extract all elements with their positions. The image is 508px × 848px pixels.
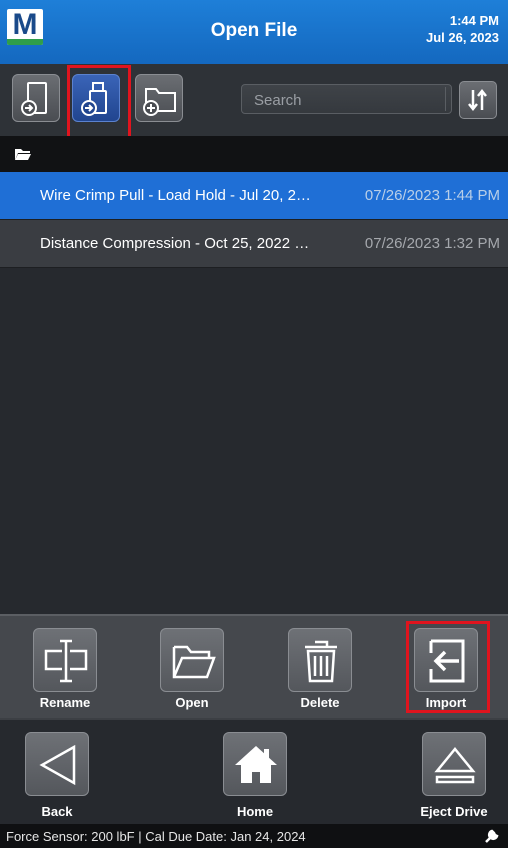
device-arrow-icon — [21, 82, 47, 116]
nav-bar: Back Home Eject Drive — [0, 718, 508, 824]
eject-drive-button[interactable] — [422, 732, 486, 796]
folder-open-icon — [15, 149, 31, 160]
file-date: 07/26/2023 1:32 PM — [364, 235, 500, 252]
search-placeholder: Search — [254, 92, 302, 109]
file-date: 07/26/2023 1:44 PM — [364, 187, 500, 204]
home-label: Home — [236, 804, 274, 819]
path-bar — [0, 136, 508, 172]
source-toolbar: Search — [0, 64, 508, 140]
eject-nav: Eject Drive — [420, 732, 488, 819]
new-folder-button[interactable] — [135, 74, 183, 122]
clock: 1:44 PM Jul 26, 2023 — [426, 12, 499, 46]
device-storage-button[interactable] — [12, 74, 60, 122]
back-label: Back — [41, 804, 73, 819]
home-nav: Home — [223, 732, 287, 819]
sort-button[interactable] — [459, 81, 497, 119]
rename-label: Rename — [39, 695, 91, 710]
back-button[interactable] — [25, 732, 89, 796]
folder-open-icon — [172, 645, 216, 679]
import-highlight-box — [406, 621, 490, 713]
home-icon — [235, 746, 277, 783]
home-button[interactable] — [223, 732, 287, 796]
file-name: Distance Compression - Oct 25, 2022 … — [40, 235, 310, 252]
search-input[interactable]: Search — [241, 84, 452, 114]
clock-date: Jul 26, 2023 — [426, 30, 499, 45]
delete-label: Delete — [300, 695, 340, 710]
clock-time: 1:44 PM — [449, 13, 499, 28]
folder-plus-icon — [143, 88, 176, 116]
title-bar: M Open File 1:44 PM Jul 26, 2023 — [0, 0, 508, 64]
delete-button[interactable] — [288, 628, 352, 692]
file-list: Wire Crimp Pull - Load Hold - Jul 20, 2…… — [0, 172, 508, 614]
open-action: Open — [160, 628, 224, 710]
rename-icon — [44, 639, 88, 683]
file-row[interactable]: Distance Compression - Oct 25, 2022 … 07… — [0, 220, 508, 268]
trash-icon — [305, 640, 337, 683]
status-bar: Force Sensor: 200 lbF | Cal Due Date: Ja… — [0, 824, 508, 848]
search-divider — [445, 87, 451, 111]
usb-highlight-box — [67, 65, 131, 140]
back-triangle-icon — [39, 744, 76, 786]
open-button[interactable] — [160, 628, 224, 692]
rename-action: Rename — [33, 628, 97, 710]
action-bar: Rename Open Delete Import — [0, 614, 508, 718]
sort-arrows-icon — [468, 88, 487, 112]
wrench-icon — [485, 829, 499, 843]
eject-icon — [434, 747, 476, 784]
delete-action: Delete — [288, 628, 352, 710]
sensor-status: Force Sensor: 200 lbF | Cal Due Date: Ja… — [6, 829, 306, 844]
file-name: Wire Crimp Pull - Load Hold - Jul 20, 2… — [40, 187, 311, 204]
eject-drive-label: Eject Drive — [420, 804, 488, 819]
open-label: Open — [175, 695, 209, 710]
file-row[interactable]: Wire Crimp Pull - Load Hold - Jul 20, 2…… — [0, 172, 508, 220]
back-nav: Back — [25, 732, 89, 819]
rename-button[interactable] — [33, 628, 97, 692]
